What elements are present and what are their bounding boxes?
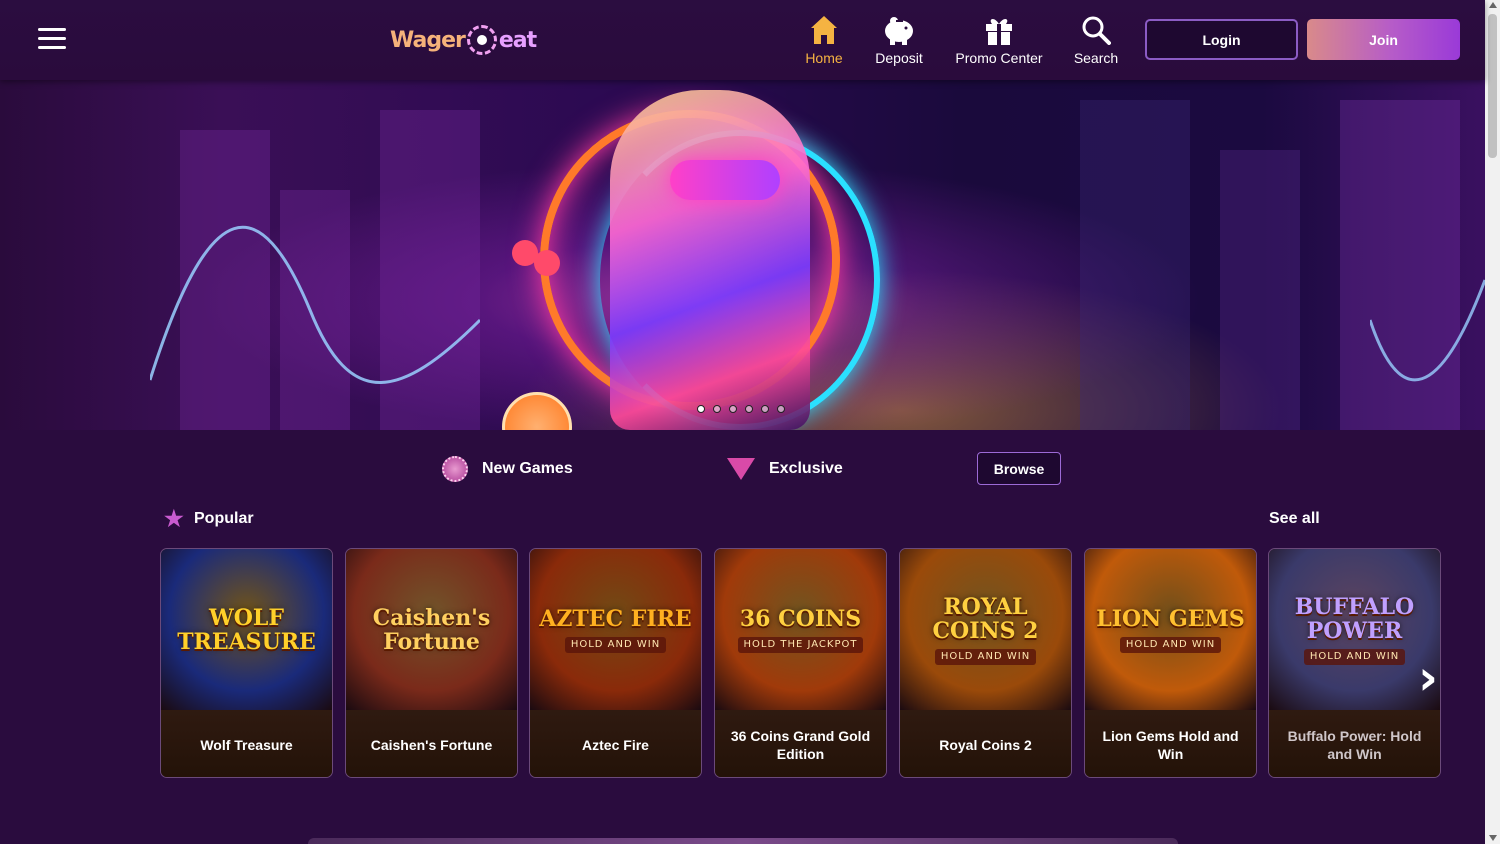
- game-title: Lion Gems Hold and Win: [1102, 727, 1239, 762]
- game-card[interactable]: 36 COINS HOLD THE JACKPOT 36 Coins Grand G…: [714, 548, 887, 778]
- dj-character-image: [610, 90, 810, 430]
- browse-button[interactable]: Browse: [977, 452, 1061, 485]
- top-header: Wager eat Home Deposit Promo Center Sear…: [0, 0, 1485, 80]
- game-card[interactable]: WOLF TREASURE Wolf Treasure: [160, 548, 333, 778]
- game-card-footer: 36 Coins Grand Gold Edition: [715, 710, 886, 777]
- carousel-dot[interactable]: [713, 405, 721, 413]
- game-card-footer: Buffalo Power: Hold and Win: [1269, 710, 1440, 777]
- games-carousel: WOLF TREASURE Wolf Treasure Caishen's Fort…: [160, 548, 1485, 778]
- game-card[interactable]: Caishen's Fortune Caishen's Fortune: [345, 548, 518, 778]
- section-title: Popular: [194, 510, 254, 527]
- gift-icon: [984, 14, 1014, 46]
- filter-label: Exclusive: [769, 460, 843, 477]
- game-art-subtitle: HOLD AND WIN: [1303, 648, 1406, 665]
- hero-banner[interactable]: [0, 80, 1485, 430]
- game-card-footer: Royal Coins 2: [900, 710, 1071, 777]
- chip-icon: [442, 456, 468, 482]
- home-icon: [810, 14, 838, 46]
- login-button[interactable]: Login: [1145, 19, 1298, 60]
- game-title: 36 Coins Grand Gold Edition: [730, 727, 871, 762]
- neon-wave: [150, 225, 480, 384]
- banner-decor: [1220, 150, 1300, 430]
- page-scrollbar[interactable]: [1485, 0, 1500, 844]
- game-card-footer: Aztec Fire: [530, 710, 701, 777]
- game-card[interactable]: LION GEMS HOLD AND WIN Lion Gems Hold and …: [1084, 548, 1257, 778]
- nav-label: Deposit: [875, 50, 923, 66]
- game-thumbnail: Caishen's Fortune: [346, 549, 517, 710]
- game-art-title: Caishen's Fortune: [372, 604, 491, 655]
- carousel-dots: [697, 405, 785, 413]
- game-card[interactable]: ROYAL COINS 2 HOLD AND WIN Royal Coins 2: [899, 548, 1072, 778]
- nav-label: Promo Center: [955, 50, 1043, 66]
- game-thumbnail: WOLF TREASURE: [161, 549, 332, 710]
- carousel-dot[interactable]: [761, 405, 769, 413]
- game-thumbnail: 36 COINS HOLD THE JACKPOT: [715, 549, 886, 710]
- game-card[interactable]: AZTEC FIRE HOLD AND WIN Aztec Fire: [529, 548, 702, 778]
- game-title: Wolf Treasure: [200, 736, 293, 753]
- game-title: Caishen's Fortune: [370, 736, 493, 753]
- game-art-title: ROYAL COINS 2: [932, 593, 1039, 644]
- cherry-icon: [512, 240, 538, 266]
- game-card-footer: Caishen's Fortune: [346, 710, 517, 777]
- piggy-bank-icon: [882, 14, 916, 46]
- nav-deposit[interactable]: Deposit: [872, 14, 926, 66]
- scroll-down-icon[interactable]: [1489, 835, 1497, 841]
- nav-search[interactable]: Search: [1072, 14, 1120, 66]
- game-art-title: AZTEC FIRE: [539, 605, 692, 632]
- game-art-title: WOLF TREASURE: [177, 604, 316, 655]
- game-title: Aztec Fire: [582, 736, 649, 753]
- game-art-subtitle: HOLD AND WIN: [1119, 636, 1222, 653]
- filter-label: New Games: [482, 460, 573, 477]
- scrollbar-thumb[interactable]: [1488, 14, 1497, 158]
- game-title: Royal Coins 2: [939, 736, 1032, 753]
- chevron-right-icon[interactable]: ›: [1403, 648, 1453, 708]
- game-art-subtitle: HOLD AND WIN: [934, 648, 1037, 665]
- orange-slice-icon: [502, 392, 572, 430]
- nav-label: Search: [1073, 50, 1119, 66]
- game-title: Buffalo Power: Hold and Win: [1287, 727, 1422, 762]
- category-filters: New Games Exclusive Browse: [0, 452, 1485, 486]
- diamond-icon: [727, 458, 755, 480]
- nav-label: Home: [805, 50, 843, 66]
- carousel-dot[interactable]: [777, 405, 785, 413]
- nav-promo-center[interactable]: Promo Center: [953, 14, 1045, 66]
- nav-home[interactable]: Home: [803, 14, 845, 66]
- visor-decor: [670, 160, 780, 200]
- neon-wave: [1370, 279, 1485, 382]
- carousel-dot[interactable]: [745, 405, 753, 413]
- game-thumbnail: ROYAL COINS 2 HOLD AND WIN: [900, 549, 1071, 710]
- game-thumbnail: LION GEMS HOLD AND WIN: [1085, 549, 1256, 710]
- section-header: ★ Popular: [164, 508, 254, 530]
- star-icon: ★: [164, 506, 184, 531]
- game-art-title: 36 COINS: [739, 605, 862, 632]
- filter-exclusive[interactable]: Exclusive: [727, 452, 843, 486]
- game-art-subtitle: HOLD THE JACKPOT: [737, 636, 864, 653]
- game-art-title: BUFFALO POWER: [1294, 593, 1415, 644]
- next-section-edge: [308, 838, 1178, 844]
- banner-decor: [1080, 100, 1190, 430]
- game-art-title: LION GEMS: [1096, 605, 1245, 632]
- scroll-up-icon[interactable]: [1489, 2, 1497, 8]
- carousel-dot[interactable]: [729, 405, 737, 413]
- menu-icon[interactable]: [38, 28, 66, 52]
- site-logo[interactable]: Wager eat: [390, 20, 537, 60]
- filter-new-games[interactable]: New Games: [442, 452, 573, 486]
- game-art-subtitle: HOLD AND WIN: [564, 636, 667, 653]
- carousel-dot[interactable]: [697, 405, 705, 413]
- see-all-link[interactable]: See all: [1269, 510, 1320, 528]
- game-thumbnail: AZTEC FIRE HOLD AND WIN: [530, 549, 701, 710]
- search-icon: [1081, 14, 1111, 46]
- game-card-footer: Lion Gems Hold and Win: [1085, 710, 1256, 777]
- join-button[interactable]: Join: [1307, 19, 1460, 60]
- game-card-footer: Wolf Treasure: [161, 710, 332, 777]
- logo-chip-icon: [466, 25, 497, 55]
